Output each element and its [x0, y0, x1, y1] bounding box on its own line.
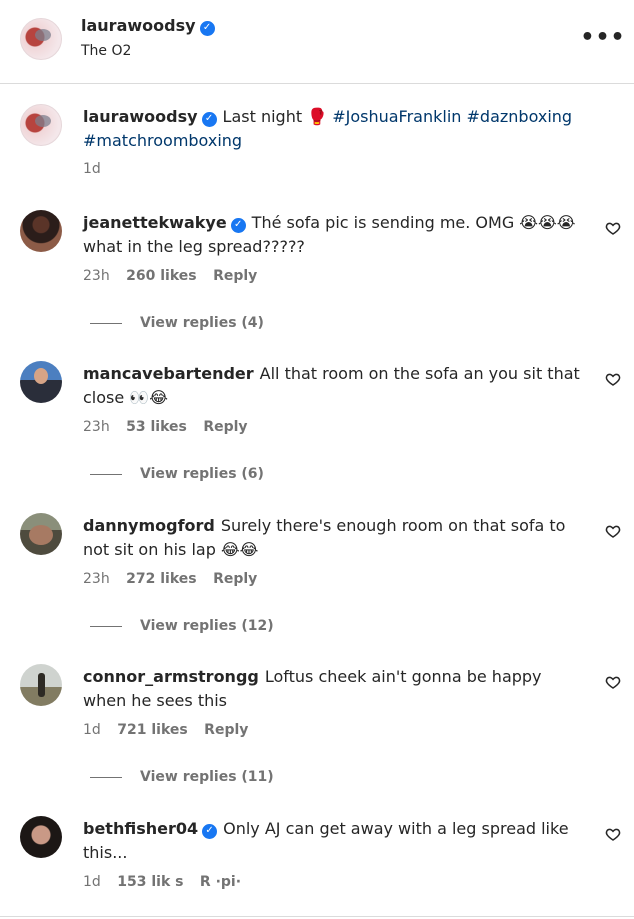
more-horizontal-icon: •••: [580, 24, 626, 50]
hashtag-link[interactable]: #daznboxing: [467, 107, 573, 126]
comment-meta: 23h 260 likes Reply: [83, 268, 269, 284]
reply-divider: [90, 776, 122, 778]
comment-row: dannymogford Surely there's enough room o…: [0, 505, 634, 655]
instagram-post-comments: laurawoodsy ✓ The O2 ••• laurawoodsy ✓ Last…: [0, 0, 634, 919]
avatar[interactable]: [20, 361, 62, 403]
like-button[interactable]: [605, 220, 623, 238]
caption-text: laurawoodsy ✓ Last night 🥊 #JoshuaFranklin…: [83, 105, 588, 153]
comment-likes[interactable]: 153 lik s: [117, 874, 183, 890]
avatar[interactable]: [20, 513, 62, 555]
caption-timestamp[interactable]: 1d: [83, 161, 101, 177]
comment-meta: 1d 721 likes Reply: [83, 722, 260, 738]
reply-divider: [90, 473, 122, 475]
hashtag-link[interactable]: #matchroomboxing: [83, 131, 242, 150]
more-options-button[interactable]: •••: [580, 22, 624, 52]
comment-username[interactable]: dannymogford: [83, 516, 215, 535]
avatar[interactable]: [20, 104, 62, 146]
post-header: laurawoodsy ✓ The O2 •••: [0, 0, 634, 84]
heart-outline-icon: [605, 676, 621, 689]
comment-time[interactable]: 23h: [83, 268, 110, 284]
comment-time[interactable]: 1d: [83, 722, 101, 738]
comment-meta: 1d 153 lik s R ·pi·: [83, 874, 253, 890]
username[interactable]: laurawoodsy: [81, 16, 196, 35]
comment-meta: 23h 53 likes Reply: [83, 419, 260, 435]
view-replies-button[interactable]: View replies (11): [90, 769, 274, 785]
comment-time[interactable]: 23h: [83, 571, 110, 587]
comment-username[interactable]: connor_armstrongg: [83, 667, 259, 686]
avatar[interactable]: [20, 816, 62, 858]
reply-button[interactable]: Reply: [203, 419, 247, 435]
reply-divider: [90, 322, 122, 324]
heart-outline-icon: [605, 525, 621, 538]
comment-text: bethfisher04 ✓ Only AJ can get away with a…: [83, 817, 588, 865]
boxing-glove-icon: 🥊: [307, 107, 328, 126]
view-replies-label: View replies (12): [140, 618, 274, 634]
comment-time[interactable]: 23h: [83, 419, 110, 435]
verified-badge-icon: ✓: [202, 823, 218, 839]
heart-outline-icon: [605, 828, 621, 841]
comment-row: jeanettekwakye ✓ Thé sofa pic is sending m…: [0, 202, 634, 352]
comment-time[interactable]: 1d: [83, 874, 101, 890]
location[interactable]: The O2: [81, 43, 131, 59]
avatar[interactable]: [20, 210, 62, 252]
reply-button[interactable]: R ·pi·: [200, 874, 241, 890]
verified-badge-icon: ✓: [199, 20, 215, 36]
comment-likes[interactable]: 721 likes: [117, 722, 187, 738]
comment-row: connor_armstrongg Loftus cheek ain't gonn…: [0, 656, 634, 806]
comment-text: connor_armstrongg Loftus cheek ain't gonn…: [83, 665, 588, 713]
caption-username[interactable]: laurawoodsy: [83, 107, 198, 126]
view-replies-label: View replies (11): [140, 769, 274, 785]
avatar[interactable]: [20, 664, 62, 706]
view-replies-button[interactable]: View replies (6): [90, 466, 264, 482]
verified-badge-icon: ✓: [230, 217, 246, 233]
caption-message: Last night: [222, 107, 303, 126]
avatar[interactable]: [20, 18, 62, 60]
comment-meta: 23h 272 likes Reply: [83, 571, 269, 587]
reply-button[interactable]: Reply: [213, 571, 257, 587]
comment-row: bethfisher04 ✓ Only AJ can get away with a…: [0, 808, 634, 916]
view-replies-button[interactable]: View replies (4): [90, 315, 264, 331]
reply-button[interactable]: Reply: [213, 268, 257, 284]
header-username-row[interactable]: laurawoodsy ✓: [81, 16, 215, 36]
like-button[interactable]: [605, 523, 623, 541]
view-replies-label: View replies (6): [140, 466, 264, 482]
hashtag-link[interactable]: #JoshuaFranklin: [332, 107, 461, 126]
reply-button[interactable]: Reply: [204, 722, 248, 738]
comment-text: jeanettekwakye ✓ Thé sofa pic is sending m…: [83, 211, 593, 259]
view-replies-button[interactable]: View replies (12): [90, 618, 274, 634]
heart-outline-icon: [605, 373, 621, 386]
heart-outline-icon: [605, 222, 621, 235]
bottom-divider: [0, 916, 634, 917]
reply-divider: [90, 625, 122, 627]
like-button[interactable]: [605, 826, 623, 844]
comment-likes[interactable]: 260 likes: [126, 268, 196, 284]
comment-likes[interactable]: 272 likes: [126, 571, 196, 587]
view-replies-label: View replies (4): [140, 315, 264, 331]
verified-badge-icon: ✓: [201, 111, 217, 127]
like-button[interactable]: [605, 371, 623, 389]
comment-row: mancavebartender All that room on the sof…: [0, 353, 634, 503]
comment-likes[interactable]: 53 likes: [126, 419, 187, 435]
comment-text: dannymogford Surely there's enough room o…: [83, 514, 593, 562]
comment-text: mancavebartender All that room on the sof…: [83, 362, 588, 410]
comment-username[interactable]: jeanettekwakye: [83, 213, 227, 232]
comment-username[interactable]: mancavebartender: [83, 364, 254, 383]
like-button[interactable]: [605, 674, 623, 692]
comment-username[interactable]: bethfisher04: [83, 819, 198, 838]
